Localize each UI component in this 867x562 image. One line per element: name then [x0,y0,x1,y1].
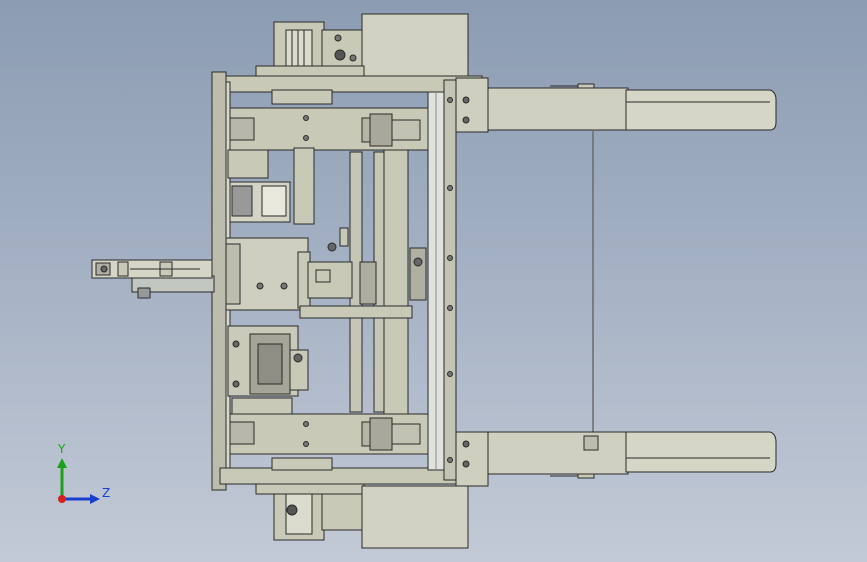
lower-jaw-finger [625,431,777,473]
upper-jaw-mount [455,77,489,133]
gripper-assembly [91,13,777,549]
lower-cylinder-collar [369,417,393,451]
bottom-fitting [286,504,298,516]
top-fitting [334,49,346,61]
upper-cylinder-collar [369,113,393,147]
top-housing-block [361,13,469,79]
cad-viewport[interactable] [0,0,867,562]
bottom-housing-block [361,485,469,549]
z-axis-label: Z [102,486,111,500]
upper-jaw-finger [625,89,777,131]
lower-jaw-mount [455,431,489,487]
top-crossbar [219,75,483,93]
lower-jaw-arm [487,431,629,475]
origin-icon [58,495,66,503]
y-axis-label: Y [58,442,66,456]
upper-jaw-arm [487,87,629,131]
coordinate-triad [57,458,100,504]
